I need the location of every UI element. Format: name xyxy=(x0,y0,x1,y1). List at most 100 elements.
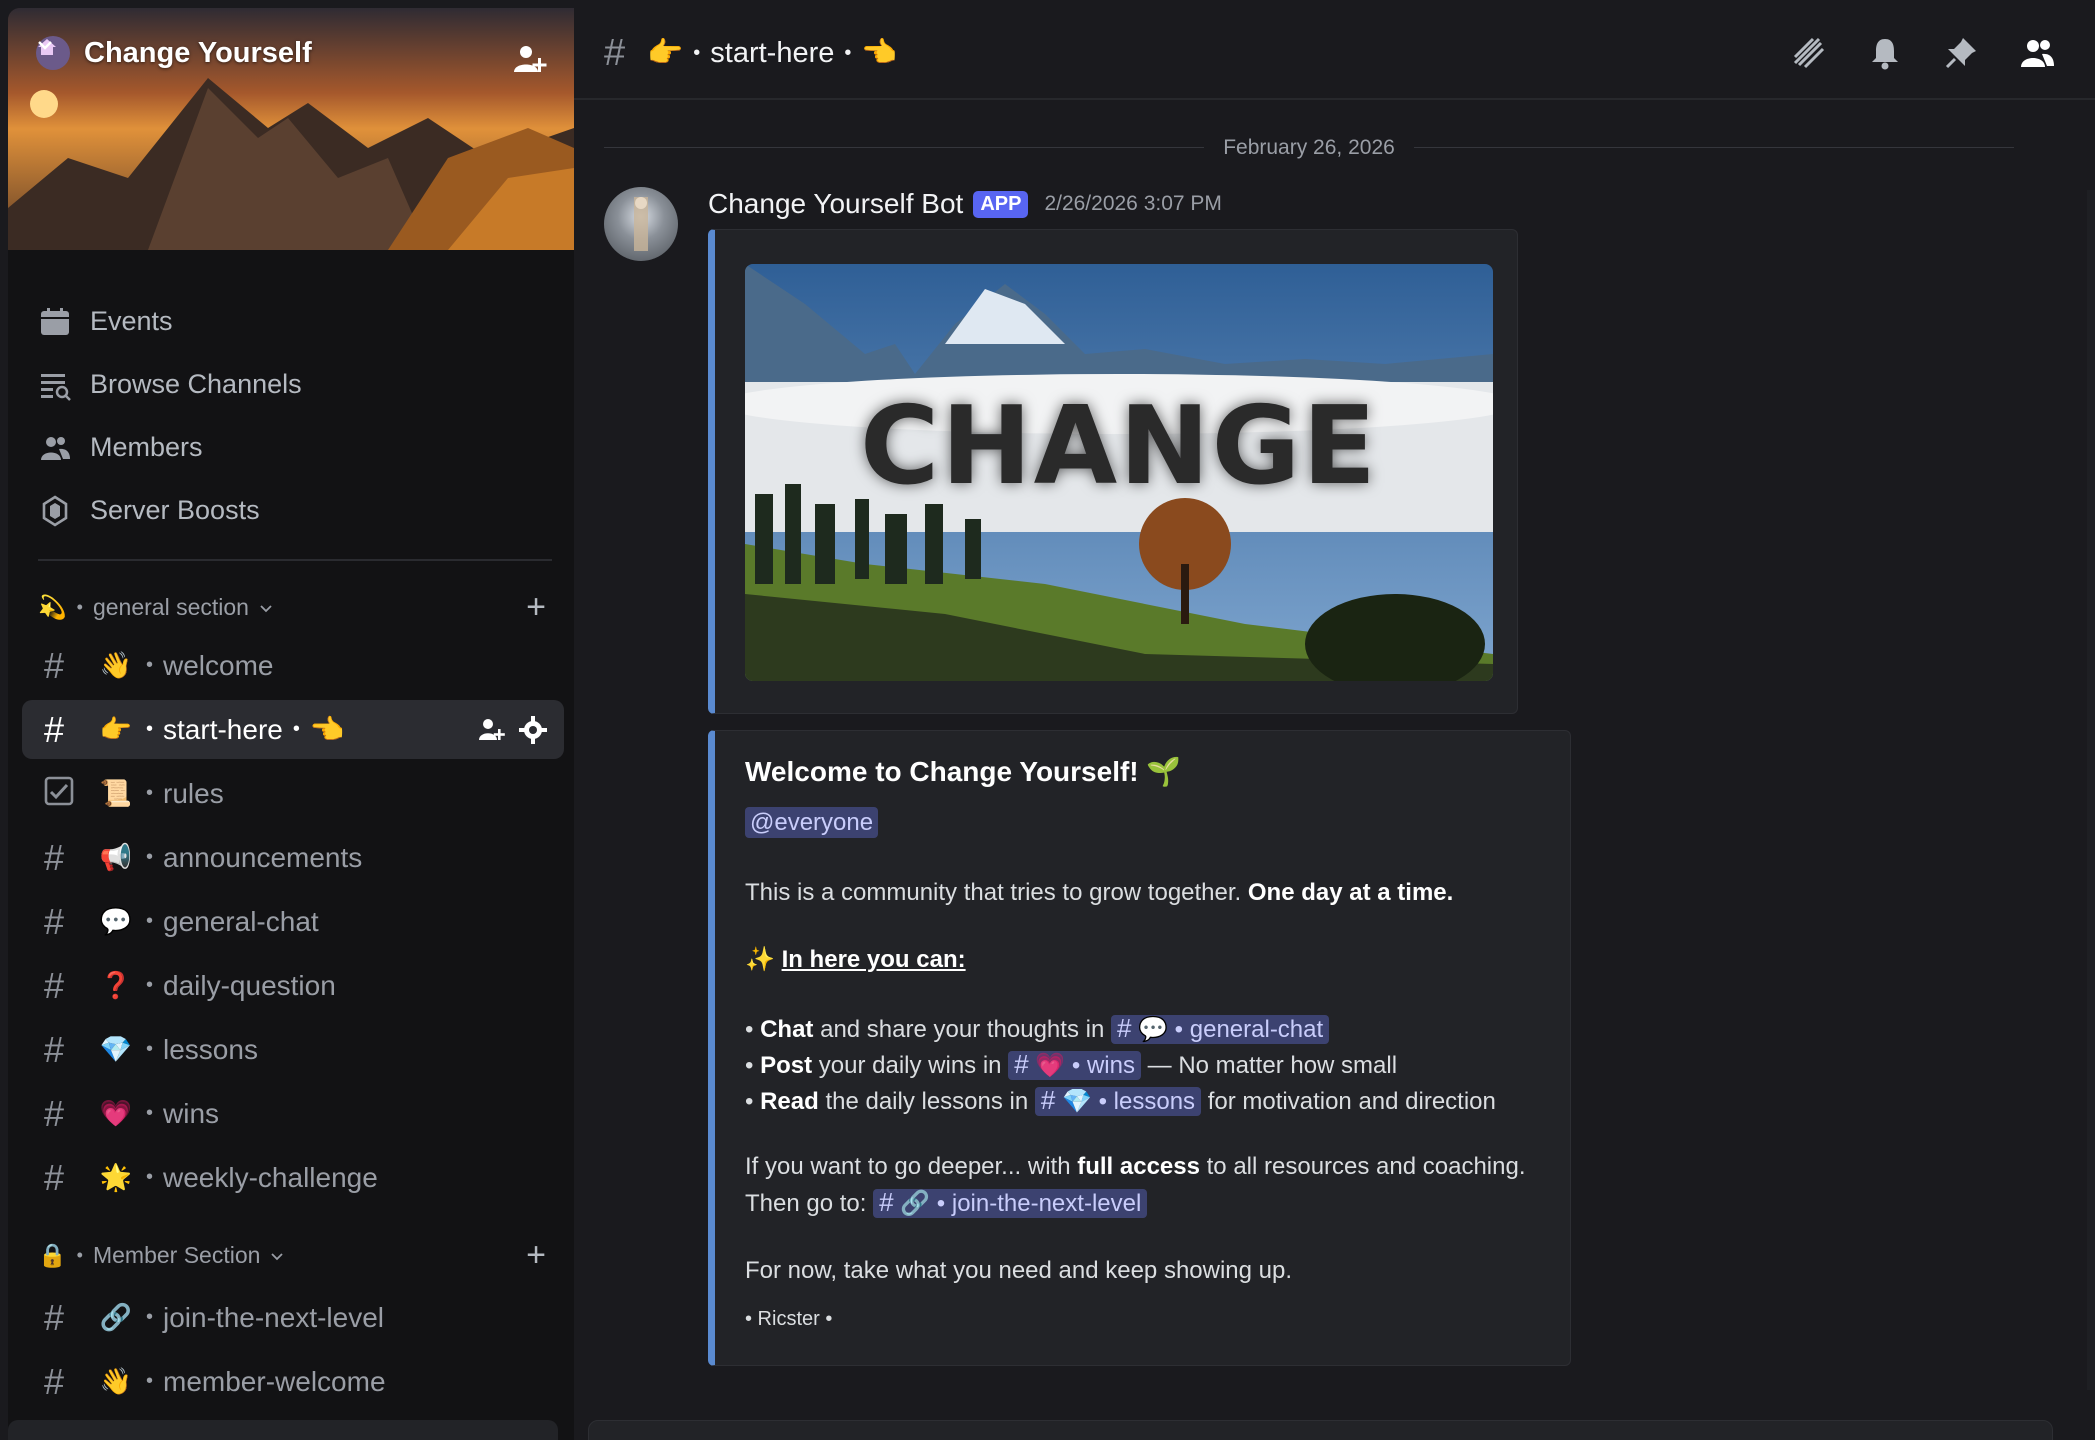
channel-emoji: 💬 xyxy=(99,906,133,936)
channel-emoji: 💎 xyxy=(99,1034,133,1064)
channel-hash-icon: # xyxy=(44,1156,65,1198)
nav-browse-channels[interactable]: Browse Channels xyxy=(38,353,548,416)
bot-avatar[interactable] xyxy=(604,187,678,261)
category-label: Member Section xyxy=(92,1242,261,1268)
user-panel xyxy=(8,1420,558,1440)
channel-hash-icon: # xyxy=(604,31,626,74)
app-badge: APP xyxy=(973,190,1029,218)
invite-people-icon[interactable] xyxy=(510,40,550,80)
nav-members[interactable]: Members xyxy=(38,416,548,479)
channel-emoji: 👋 xyxy=(99,1366,133,1396)
embed-image[interactable]: CHANGE xyxy=(745,264,1493,681)
welcome-embed: Welcome to Change Yourself! 🌱 @everyone … xyxy=(708,730,1571,1366)
message-composer[interactable] xyxy=(588,1420,2053,1440)
channel-name: welcome xyxy=(163,649,274,681)
channel-link-lessons[interactable]: # 💎 • lessons xyxy=(1034,1085,1202,1116)
closing-line: For now, take what you need and keep sho… xyxy=(745,1257,1293,1284)
channel-hash-icon: # xyxy=(44,900,65,942)
members-icon xyxy=(38,431,72,465)
member-list-icon[interactable] xyxy=(2019,35,2055,71)
channel-hash-icon: # xyxy=(44,644,65,686)
channel-general-chat[interactable]: # 💬 • general-chat xyxy=(22,892,564,951)
channel-name: start-here xyxy=(163,713,283,745)
nav-events[interactable]: Events xyxy=(38,290,548,353)
title-text: start-here xyxy=(710,36,835,69)
rules-checkbox-icon xyxy=(44,773,80,815)
boost-gem-icon xyxy=(38,494,72,528)
channel-start-here[interactable]: # 👉 • start-here • 👈 xyxy=(22,700,564,759)
channel-suffix-emoji: 👈 xyxy=(309,714,345,745)
category-general-section[interactable]: 💫 • general section + xyxy=(38,588,552,626)
channel-hash-icon: # xyxy=(44,708,65,750)
server-nav: Events Browse Channels Members Server Bo… xyxy=(38,290,548,542)
invite-to-channel-icon[interactable] xyxy=(476,715,506,745)
channel-name: join-the-next-level xyxy=(163,1301,385,1333)
calendar-icon xyxy=(38,305,72,339)
list-item-read: • Read the daily lessons in # 💎 • lesson… xyxy=(745,1085,1496,1116)
channel-rules[interactable]: 📜 • rules xyxy=(22,764,564,823)
nav-divider xyxy=(38,559,552,561)
nav-events-label: Events xyxy=(90,306,173,336)
threads-icon[interactable] xyxy=(1791,35,1827,71)
signature: • Ricster • xyxy=(745,1308,833,1330)
chevron-down-icon xyxy=(38,41,52,50)
channel-emoji: 👋 xyxy=(99,650,133,680)
embed-title: Welcome to Change Yourself! 🌱 xyxy=(745,756,1182,787)
everyone-mention[interactable]: @everyone xyxy=(745,807,879,838)
create-channel-button[interactable]: + xyxy=(526,588,546,627)
channel-name: announcements xyxy=(163,841,363,873)
channel-hash-icon: # xyxy=(44,964,65,1006)
create-channel-button[interactable]: + xyxy=(526,1236,546,1275)
channel-hash-icon: # xyxy=(44,1092,65,1134)
chevron-down-icon xyxy=(271,1252,284,1260)
channel-link-general-chat[interactable]: # 💬 • general-chat xyxy=(1110,1013,1330,1044)
channel-link-wins[interactable]: # 💗 • wins xyxy=(1008,1049,1141,1080)
nav-members-label: Members xyxy=(90,432,203,462)
channel-hash-icon: # xyxy=(44,836,65,878)
deeper-line: If you want to go deeper... with full ac… xyxy=(745,1153,1526,1180)
bell-icon[interactable] xyxy=(1867,35,1903,71)
server-header[interactable]: Change Yourself xyxy=(36,36,312,70)
channel-member-welcome[interactable]: # 👋 • member-welcome xyxy=(22,1352,564,1411)
channel-name: rules xyxy=(163,777,224,809)
channel-emoji: 💗 xyxy=(99,1098,133,1128)
channel-name: weekly-challenge xyxy=(163,1161,378,1193)
channel-name: member-welcome xyxy=(163,1365,386,1397)
channel-header: # 👉 • start-here • 👈 xyxy=(574,8,2095,100)
nav-server-boosts-label: Server Boosts xyxy=(90,495,260,525)
pin-icon[interactable] xyxy=(1943,35,1979,71)
channel-emoji: 👉 xyxy=(99,714,133,744)
channel-weekly-challenge[interactable]: # 🌟 • weekly-challenge xyxy=(22,1148,564,1207)
channel-welcome[interactable]: # 👋 • welcome xyxy=(22,636,564,695)
scrollbar[interactable] xyxy=(2087,190,2095,1390)
channel-emoji: 📢 xyxy=(99,842,133,872)
channel-name: lessons xyxy=(163,1033,258,1065)
channel-emoji: 📜 xyxy=(99,778,133,808)
channel-name: daily-question xyxy=(163,969,336,1001)
message-header: Change Yourself Bot APP 2/26/2026 3:07 P… xyxy=(708,188,1222,220)
channel-hash-icon: # xyxy=(44,1028,65,1070)
channel-wins[interactable]: # 💗 • wins xyxy=(22,1084,564,1143)
channel-lessons[interactable]: # 💎 • lessons xyxy=(22,1020,564,1079)
image-embed: CHANGE xyxy=(708,229,1518,714)
channel-announcements[interactable]: # 📢 • announcements xyxy=(22,828,564,887)
gear-icon[interactable] xyxy=(518,715,548,745)
nav-server-boosts[interactable]: Server Boosts xyxy=(38,479,548,542)
message-timestamp: 2/26/2026 3:07 PM xyxy=(1044,192,1222,215)
intro-line: This is a community that tries to grow t… xyxy=(745,879,1454,906)
sparkles-emoji: ✨ xyxy=(745,946,775,973)
channel-emoji: ❓ xyxy=(99,970,133,1000)
sprout-emoji: 🌱 xyxy=(1146,756,1182,787)
channel-link-join-the-next-level[interactable]: # 🔗 • join-the-next-level xyxy=(873,1187,1148,1218)
channel-daily-question[interactable]: # ❓ • daily-question xyxy=(22,956,564,1015)
nav-browse-channels-label: Browse Channels xyxy=(90,369,302,399)
heading-line: ✨ In here you can: xyxy=(745,946,966,973)
channel-name: general-chat xyxy=(163,905,319,937)
category-member-section[interactable]: 🔒 • Member Section + xyxy=(38,1236,552,1274)
channel-join-the-next-level[interactable]: # 🔗 • join-the-next-level xyxy=(22,1288,564,1347)
author-name[interactable]: Change Yourself Bot xyxy=(708,188,963,220)
channel-emoji: 🌟 xyxy=(99,1162,133,1192)
category-label: general section xyxy=(92,594,249,620)
list-item-chat: • Chat and share your thoughts in # 💬 • … xyxy=(745,1013,1330,1044)
list-item-post: • Post your daily wins in # 💗 • wins — N… xyxy=(745,1049,1398,1080)
